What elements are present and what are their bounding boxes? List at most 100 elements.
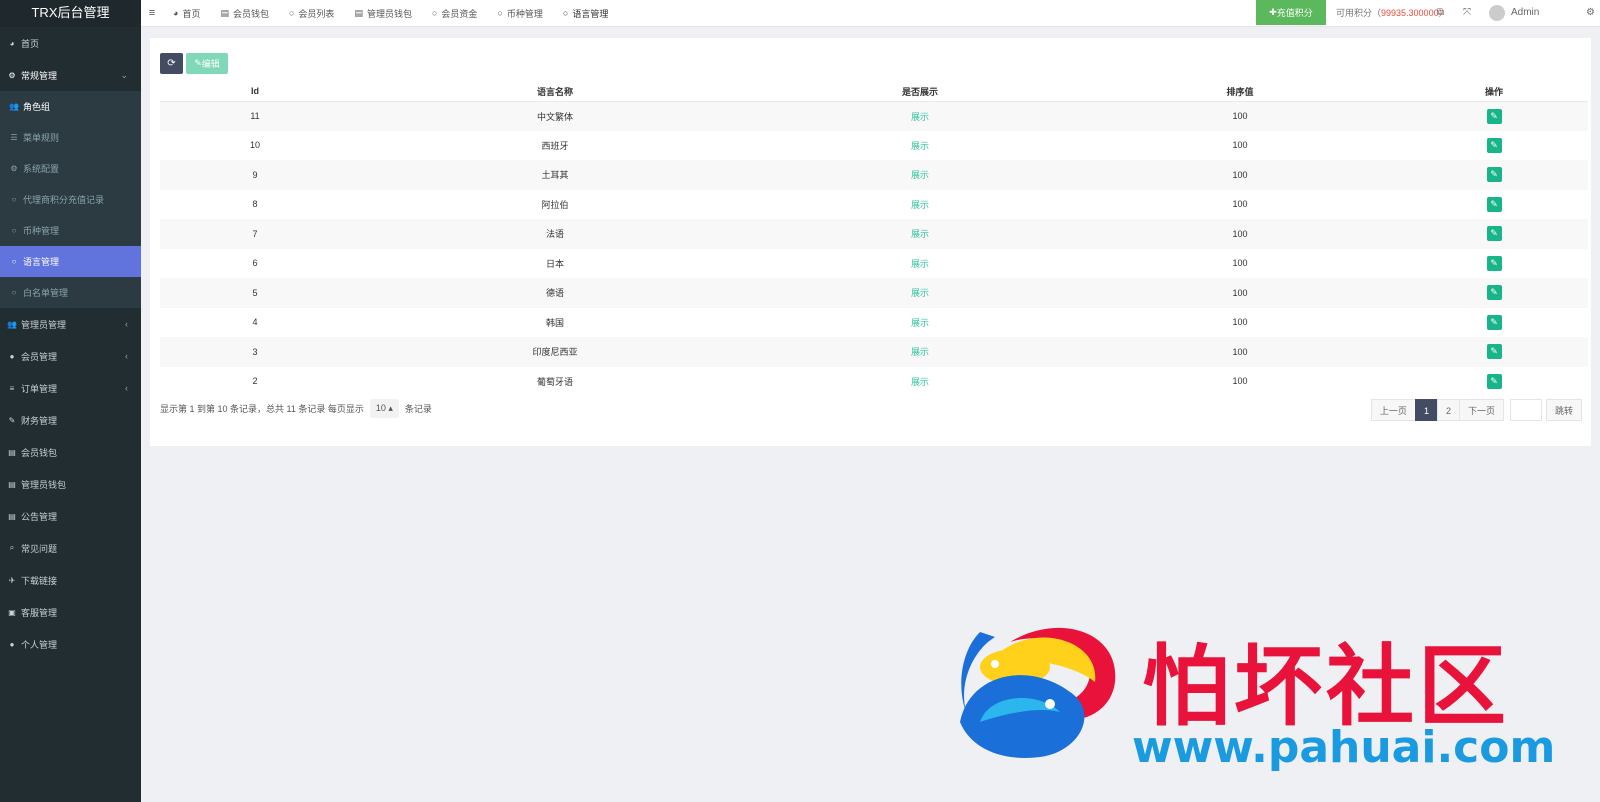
sidebar-item-label: 下载链接 <box>21 575 58 586</box>
translate-icon[interactable]: ⧉ <box>1437 0 1444 25</box>
cell-language-name: 土耳其 <box>541 170 569 181</box>
content-panel: ⟳ ✎ 编辑 Id 语言名称 是否展示 排序值 操作 11 中文繁体 展示 100 ✎ 10… <box>150 38 1591 446</box>
tab-member-list[interactable]: ○ 会员列表 <box>279 0 344 27</box>
sidebar-item-faq[interactable]: ⌕ 常见问题 <box>0 532 141 564</box>
cell-show-status[interactable]: 展示 <box>911 259 929 269</box>
cell-id: 10 <box>249 140 260 151</box>
edit-button[interactable]: ✎ 编辑 <box>186 53 228 74</box>
sidebar-item-admin[interactable]: 👥 管理员管理 ‹ <box>0 308 141 340</box>
chevron-left-icon: ‹ <box>125 383 128 393</box>
row-edit-button[interactable]: ✎ <box>1486 108 1502 124</box>
jump-page-input[interactable] <box>1509 399 1542 421</box>
cell-show-status[interactable]: 展示 <box>911 288 929 298</box>
tab-language[interactable]: ○ 语言管理 <box>553 0 618 27</box>
circle-icon: ○ <box>11 288 17 297</box>
sidebar-item-home[interactable]: ◕ 首页 <box>0 27 141 59</box>
column-header-name[interactable]: 语言名称 <box>350 82 760 102</box>
table-row: 10 西班牙 展示 100 ✎ <box>160 131 1588 161</box>
cell-id: 9 <box>252 169 258 180</box>
cell-language-name: 法语 <box>545 229 564 240</box>
refresh-button[interactable]: ⟳ <box>160 53 183 74</box>
sidebar-item-notice[interactable]: ▤ 公告管理 <box>0 500 141 532</box>
cell-show-status[interactable]: 展示 <box>911 170 929 180</box>
settings-icon[interactable]: ⚙ <box>1586 0 1595 25</box>
cell-show-status[interactable]: 展示 <box>911 200 929 210</box>
column-header-id[interactable]: Id <box>160 82 350 102</box>
user-menu[interactable]: Admin <box>1489 0 1539 25</box>
menu-toggle-icon[interactable]: ≡ <box>141 7 163 19</box>
sidebar-item-label: 常见问题 <box>21 543 58 554</box>
column-header-show[interactable]: 是否展示 <box>760 82 1080 102</box>
column-header-sort[interactable]: 排序值 <box>1080 82 1400 102</box>
circle-icon: ○ <box>288 8 295 18</box>
brand-title[interactable]: TRX后台管理 <box>0 0 141 27</box>
sidebar-item-profile[interactable]: ● 个人管理 <box>0 628 141 660</box>
row-edit-button[interactable]: ✎ <box>1486 285 1502 301</box>
table-footer: 显示第 1 到第 10 条记录，总共 11 条记录 每页显示 10 ▴ 条记录 <box>160 399 432 418</box>
table-icon: ▤ <box>8 447 16 457</box>
row-edit-button[interactable]: ✎ <box>1486 373 1502 389</box>
sidebar-item-agent-recharge[interactable]: ○ 代理商积分充值记录 <box>0 184 141 215</box>
cell-sort-value: 100 <box>1232 346 1248 357</box>
tab-admin-wallet[interactable]: ▤ 管理员钱包 <box>344 0 422 27</box>
cell-language-name: 德语 <box>545 288 564 299</box>
sidebar-item-language[interactable]: ○ 语言管理 <box>0 246 141 277</box>
tab-home[interactable]: ◕ 首页 <box>163 0 210 27</box>
jump-button[interactable]: 跳转 <box>1545 399 1582 421</box>
fullscreen-icon[interactable]: ⤧ <box>1463 0 1471 25</box>
row-edit-button[interactable]: ✎ <box>1486 255 1502 271</box>
page-size-select[interactable]: 10 ▴ <box>369 399 399 418</box>
next-page-button[interactable]: 下一页 <box>1458 399 1504 421</box>
prev-page-button[interactable]: 上一页 <box>1370 399 1416 421</box>
tab-member-funds[interactable]: ○ 会员资金 <box>422 0 487 27</box>
sidebar-item-service[interactable]: ▣ 客服管理 <box>0 596 141 628</box>
row-edit-button[interactable]: ✎ <box>1486 226 1502 242</box>
cog-icon: ⚙ <box>10 164 18 173</box>
row-edit-button[interactable]: ✎ <box>1486 196 1502 212</box>
cell-show-status[interactable]: 展示 <box>911 347 929 357</box>
row-edit-button[interactable]: ✎ <box>1486 344 1502 360</box>
sidebar-item-menu-rules[interactable]: ☰ 菜单规则 <box>0 122 141 153</box>
user-icon: ● <box>9 639 15 649</box>
tab-label: 币种管理 <box>506 8 543 19</box>
sidebar-item-currency[interactable]: ○ 币种管理 <box>0 215 141 246</box>
circle-icon: ○ <box>562 8 569 18</box>
sidebar-item-role-group[interactable]: 👥 角色组 <box>0 91 141 122</box>
sidebar-item-whitelist[interactable]: ○ 白名单管理 <box>0 277 141 308</box>
cell-show-status[interactable]: 展示 <box>911 229 929 239</box>
table-icon: ▤ <box>220 7 229 18</box>
plus-icon: ✚ <box>1269 7 1277 17</box>
page-button[interactable]: 2 <box>1436 399 1460 421</box>
pagination-suffix: 条记录 <box>404 404 432 414</box>
circle-icon: ○ <box>11 226 17 235</box>
table-row: 9 土耳其 展示 100 ✎ <box>160 160 1588 190</box>
row-edit-button[interactable]: ✎ <box>1486 167 1502 183</box>
cell-show-status[interactable]: 展示 <box>911 377 929 387</box>
circle-icon: ○ <box>11 195 17 204</box>
sidebar-item-order[interactable]: ≡ 订单管理 ‹ <box>0 372 141 404</box>
tab-label: 会员钱包 <box>232 8 269 19</box>
tab-member-wallet[interactable]: ▤ 会员钱包 <box>210 0 279 27</box>
sidebar-item-system-config[interactable]: ⚙ 系统配置 <box>0 153 141 184</box>
recharge-button[interactable]: ✚ 充值积分 <box>1256 0 1326 25</box>
sidebar-item-member-wallet[interactable]: ▤ 会员钱包 <box>0 436 141 468</box>
sidebar-item-label: 管理员钱包 <box>21 479 67 490</box>
sidebar-item-finance[interactable]: ✎ 财务管理 <box>0 404 141 436</box>
row-edit-button[interactable]: ✎ <box>1486 314 1502 330</box>
tab-currency[interactable]: ○ 币种管理 <box>487 0 552 27</box>
sidebar-item-label: 财务管理 <box>21 415 58 426</box>
sidebar-item-download[interactable]: ✈ 下载链接 <box>0 564 141 596</box>
sidebar-item-label: 常规管理 <box>21 70 58 81</box>
sidebar-item-label: 会员钱包 <box>21 447 58 458</box>
cell-sort-value: 100 <box>1232 376 1248 387</box>
sidebar-item-common[interactable]: ⚙ 常规管理 ⌄ <box>0 59 141 91</box>
cell-show-status[interactable]: 展示 <box>911 318 929 328</box>
cell-show-status[interactable]: 展示 <box>911 141 929 151</box>
sidebar-item-admin-wallet[interactable]: ▤ 管理员钱包 <box>0 468 141 500</box>
avatar <box>1489 4 1505 21</box>
cell-show-status[interactable]: 展示 <box>911 112 929 122</box>
sidebar-item-member[interactable]: ● 会员管理 ‹ <box>0 340 141 372</box>
page-button[interactable]: 1 <box>1414 399 1438 421</box>
row-edit-button[interactable]: ✎ <box>1486 137 1502 153</box>
cell-sort-value: 100 <box>1232 111 1248 121</box>
